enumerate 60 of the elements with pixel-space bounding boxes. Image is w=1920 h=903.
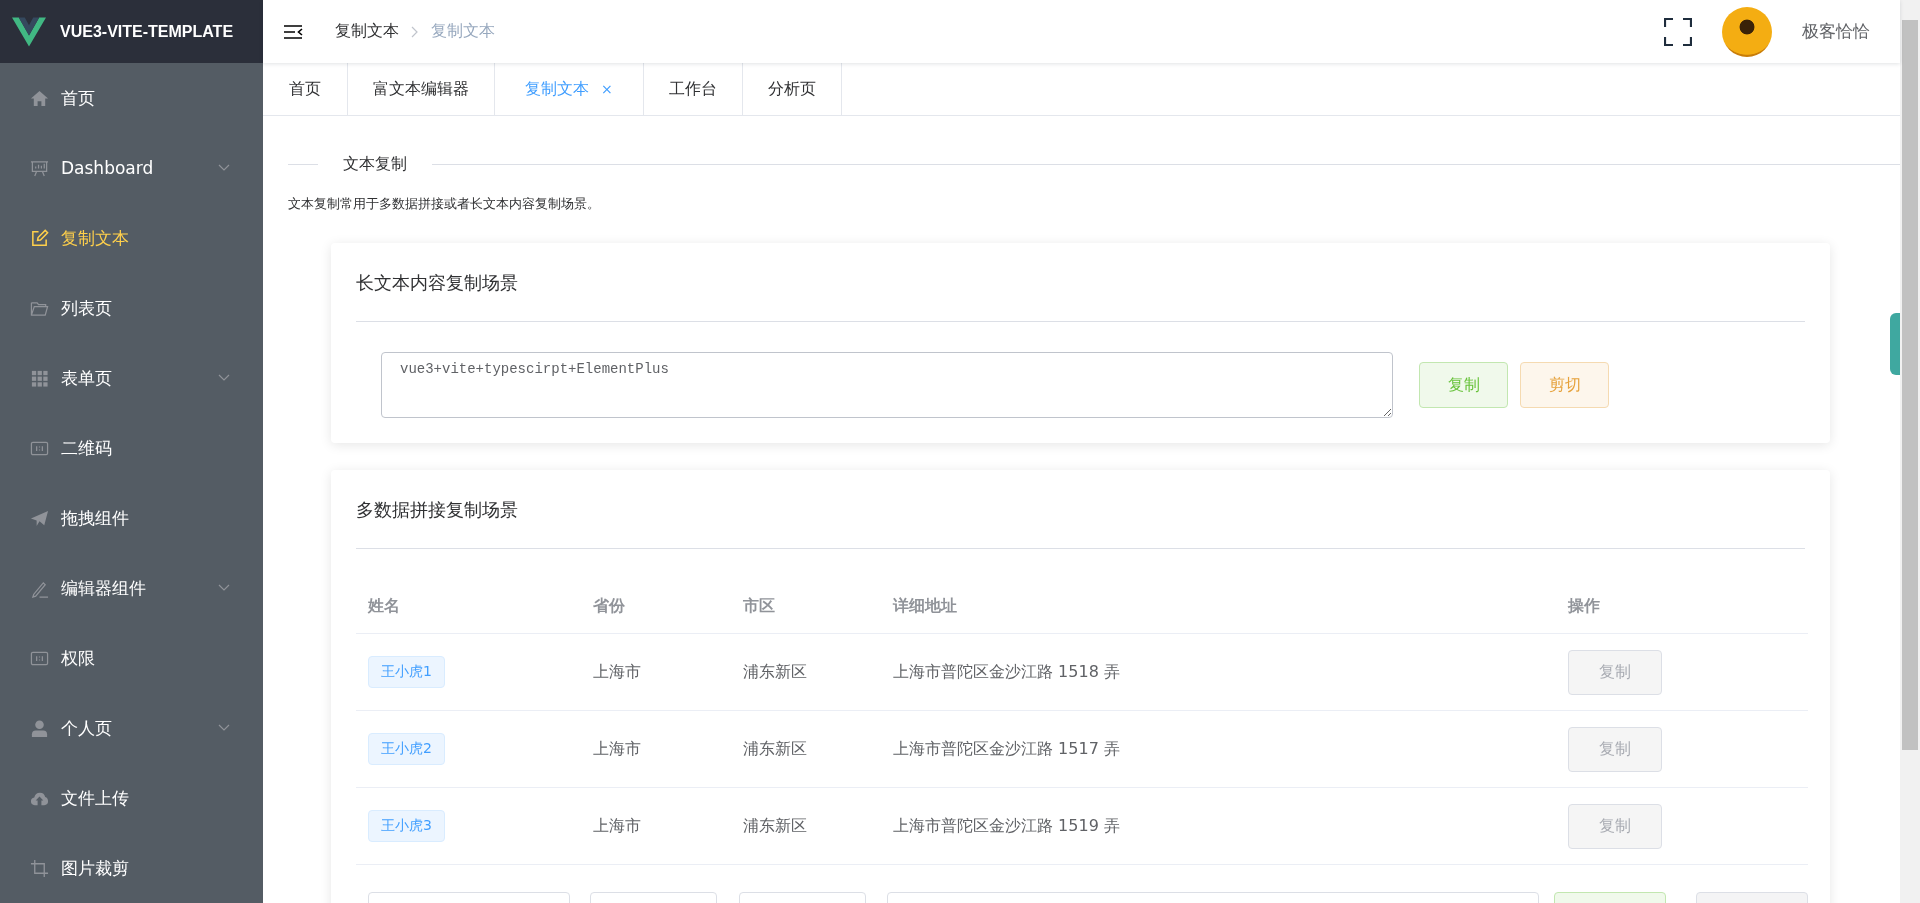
presentation-icon: [30, 158, 49, 178]
menu-item[interactable]: 拖拽组件: [0, 483, 263, 553]
tab[interactable]: 富文本编辑器: [348, 63, 495, 115]
grid-icon: [30, 368, 49, 388]
table-cell: 上海市: [593, 661, 641, 683]
menu-item[interactable]: 文件上传: [0, 763, 263, 833]
crop-icon: [30, 858, 49, 878]
paper-plane-icon: [30, 508, 49, 528]
chevron-right-icon: [411, 25, 419, 38]
breadcrumb-item[interactable]: 复制文本: [335, 21, 399, 42]
chevron-down-icon: [218, 374, 230, 382]
menu-item[interactable]: 编辑器组件: [0, 553, 263, 623]
name-tag: 王小虎3: [368, 810, 445, 842]
tab[interactable]: 工作台: [643, 63, 743, 115]
menu-icon[interactable]: [283, 23, 303, 40]
table-cell: 上海市: [593, 738, 641, 760]
table-cell: 浦东新区: [743, 661, 807, 683]
menu-item[interactable]: 复制文本: [0, 203, 263, 273]
user-name[interactable]: 极客恰恰: [1802, 20, 1870, 43]
avatar-image[interactable]: [1722, 6, 1772, 57]
name-tag: 王小虎2: [368, 733, 445, 765]
tab[interactable]: 首页: [263, 63, 348, 115]
column-header: 姓名: [368, 595, 400, 617]
table-cell: 上海市普陀区金沙江路 1518 弄: [893, 661, 1120, 683]
table-cell: 浦东新区: [743, 738, 807, 760]
menu-item[interactable]: 首页: [0, 63, 263, 133]
table-cell: 上海市: [593, 815, 641, 837]
card-title: 长文本内容复制场景: [356, 271, 519, 295]
tab[interactable]: 分析页: [742, 63, 842, 115]
column-header: 省份: [593, 595, 625, 617]
name-tag: 王小虎1: [368, 656, 445, 688]
column-header: 市区: [743, 595, 775, 617]
menu-item[interactable]: Dashboard: [0, 133, 263, 203]
menu-item[interactable]: 图片裁剪: [0, 833, 263, 903]
menu-item[interactable]: 列表页: [0, 273, 263, 343]
section-description: 文本复制常用于多数据拼接或者长文本内容复制场景。: [288, 195, 601, 213]
settings-handle[interactable]: [1890, 313, 1900, 375]
menu-item[interactable]: 二维码: [0, 413, 263, 483]
menu-item[interactable]: 权限: [0, 623, 263, 693]
logo-icon: [12, 16, 46, 47]
menu-item[interactable]: 个人页: [0, 693, 263, 763]
section-title: 文本复制: [342, 154, 408, 175]
column-header: 详细地址: [893, 595, 957, 617]
edit-icon: [30, 228, 49, 248]
column-header: 操作: [1568, 595, 1600, 617]
breadcrumb-item: 复制文本: [431, 21, 495, 42]
chevron-down-icon: [218, 164, 230, 172]
home-icon: [30, 88, 49, 108]
app-title: VUE3-VITE-TEMPLATE: [60, 22, 234, 41]
chevron-down-icon: [218, 724, 230, 732]
table-cell: 上海市普陀区金沙江路 1517 弄: [893, 738, 1120, 760]
card-title: 多数据拼接复制场景: [356, 498, 519, 522]
chevron-down-icon: [218, 584, 230, 592]
menu-item[interactable]: 表单页: [0, 343, 263, 413]
text-area[interactable]: vue3+vite+typescirpt+ElementPlus: [381, 352, 1393, 418]
fullscreen-icon[interactable]: [1664, 17, 1692, 46]
user-icon: [30, 718, 49, 738]
table-cell: 上海市普陀区金沙江路 1519 弄: [893, 815, 1120, 837]
scrollbar[interactable]: [1900, 0, 1920, 903]
table-cell: 浦东新区: [743, 815, 807, 837]
